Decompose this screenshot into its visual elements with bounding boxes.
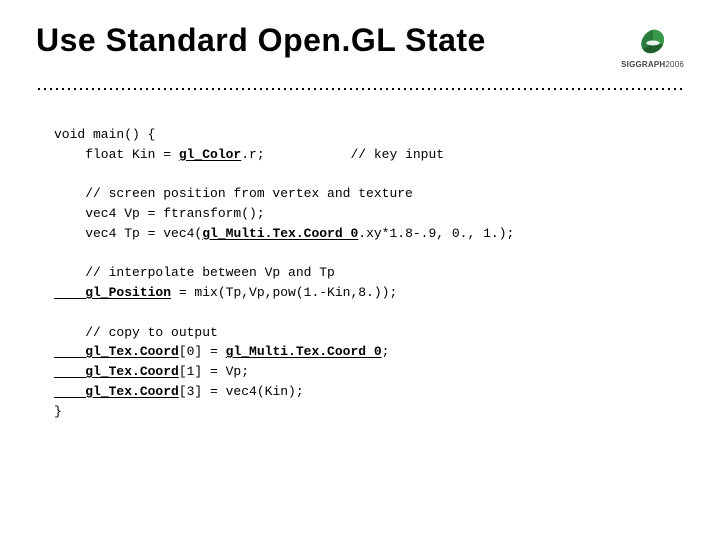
- keyword-gl-texcoord: gl_Tex.Coord: [54, 364, 179, 379]
- code-line: void main() {: [54, 127, 155, 142]
- code-line: gl_Position = mix(Tp,Vp,pow(1.-Kin,8.));: [54, 285, 397, 300]
- code-line: gl_Tex.Coord[3] = vec4(Kin);: [54, 384, 304, 399]
- keyword-gl-position: gl_Position: [54, 285, 171, 300]
- code-line: vec4 Tp = vec4(gl_Multi.Tex.Coord 0.xy*1…: [54, 226, 514, 241]
- siggraph-logo: SIGGRAPH2006: [621, 28, 684, 69]
- code-line: gl_Tex.Coord[0] = gl_Multi.Tex.Coord 0;: [54, 344, 389, 359]
- code-comment: // screen position from vertex and textu…: [54, 186, 413, 201]
- code-block: void main() { float Kin = gl_Color.r; //…: [0, 91, 720, 421]
- keyword-gl-texcoord: gl_Tex.Coord: [54, 344, 179, 359]
- code-line: }: [54, 404, 62, 419]
- code-line: vec4 Vp = ftransform();: [54, 206, 265, 221]
- siggraph-logo-text: SIGGRAPH2006: [621, 60, 684, 69]
- code-line: float Kin = gl_Color.r; // key input: [54, 147, 444, 162]
- page-title: Use Standard Open.GL State: [36, 22, 486, 59]
- code-comment: // copy to output: [54, 325, 218, 340]
- keyword-gl-multitexcoord0: gl_Multi.Tex.Coord 0: [202, 226, 358, 241]
- keyword-gl-texcoord: gl_Tex.Coord: [54, 384, 179, 399]
- slide-header: Use Standard Open.GL State SIGGRAPH2006: [0, 0, 720, 69]
- code-comment: // interpolate between Vp and Tp: [54, 265, 335, 280]
- keyword-gl-color: gl_Color: [179, 147, 241, 162]
- siggraph-logo-icon: [636, 28, 670, 58]
- keyword-gl-multitexcoord0: gl_Multi.Tex.Coord 0: [226, 344, 382, 359]
- code-line: gl_Tex.Coord[1] = Vp;: [54, 364, 249, 379]
